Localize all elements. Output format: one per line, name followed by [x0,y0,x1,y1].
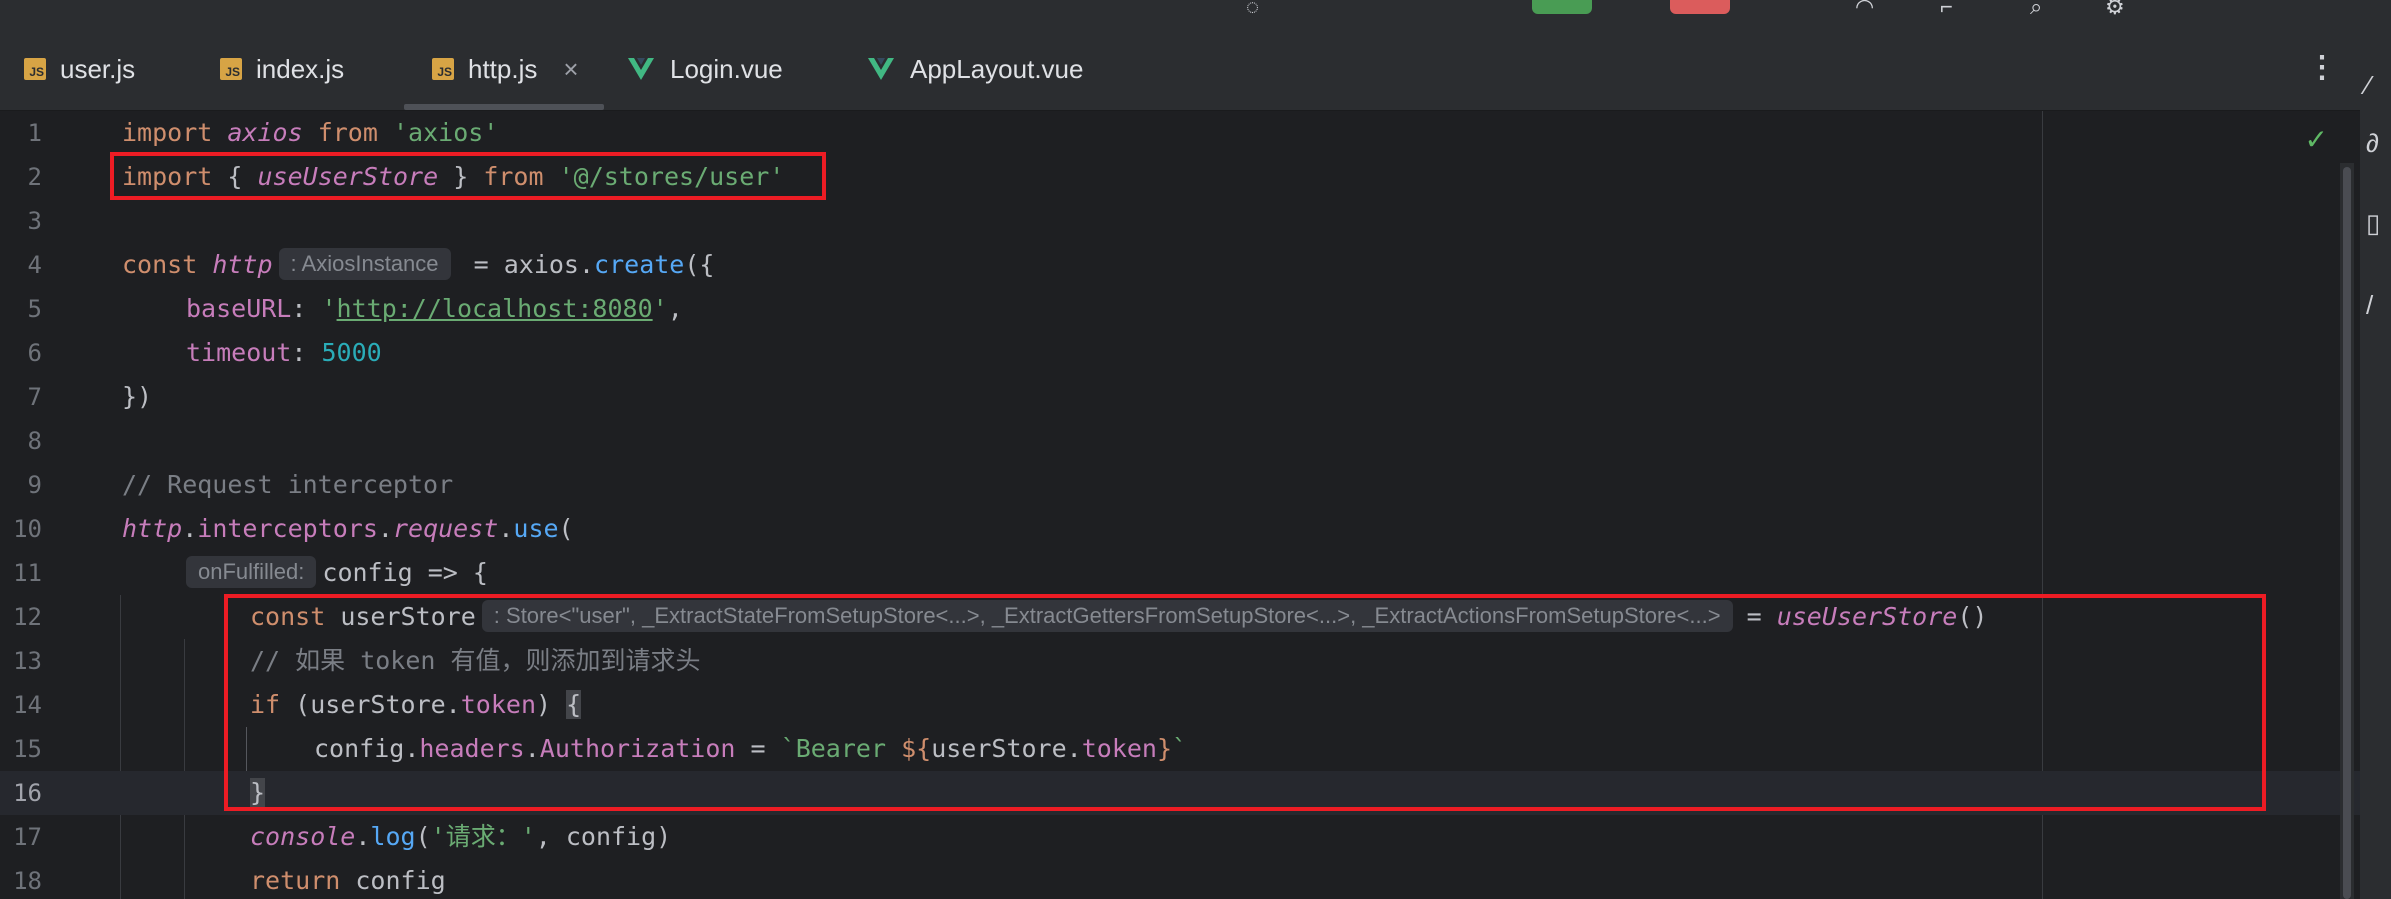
scrollbar-thumb[interactable] [2343,167,2351,899]
tool-window-icon[interactable]: ∂ [2366,128,2379,159]
code-line: 8 [0,419,2360,463]
tab-index-js[interactable]: JS index.js [220,28,344,110]
tool-window-icon[interactable]: ⁄ [2366,70,2370,101]
vue-file-icon [628,58,654,80]
line-number: 9 [27,471,42,499]
line-number: 3 [27,207,42,235]
active-tab-indicator [404,104,604,110]
tab-label: index.js [256,53,345,84]
url-link: http://localhost:8080 [336,294,653,323]
settings-icon[interactable]: ⚙ [2105,0,2125,18]
tab-http-js[interactable]: JS http.js × [432,28,579,110]
code-text: onFulfilled: config => { [186,551,488,595]
highlight-box-import [110,152,826,200]
line-number: 11 [13,559,42,587]
line-number: 5 [27,295,42,323]
code-text: }) [122,382,153,411]
line-number: 2 [27,163,42,191]
code-line: 17 console.log('请求：', config) [0,815,2360,859]
translate-icon[interactable]: ⌐ [1940,0,1953,18]
line-number: 14 [13,691,42,719]
code-line: 1 import axios from 'axios' [0,111,2360,155]
js-file-icon: JS [220,58,242,80]
code-line: 5 baseURL: 'http://localhost:8080', [0,287,2360,331]
tab-applayout-vue[interactable]: AppLayout.vue [868,28,1083,110]
type-hint: : AxiosInstance [278,248,451,280]
main-toolbar: ◌ ◠ ⌐ ⌕ ⚙ [0,0,2391,28]
code-line: 7 }) [0,375,2360,419]
code-line: 4 const http: AxiosInstance = axios.crea… [0,243,2360,287]
code-line: 9 // Request interceptor [0,463,2360,507]
code-line: 6 timeout: 5000 [0,331,2360,375]
parameter-hint: onFulfilled: [186,556,317,588]
code-text: const http: AxiosInstance = axios.create… [122,248,715,280]
code-editor[interactable]: ✓ 1 import axios from 'axios' 2 import {… [0,111,2360,899]
line-number: 8 [27,427,42,455]
code-text: baseURL: 'http://localhost:8080', [186,294,683,323]
tab-label: AppLayout.vue [910,53,1084,84]
code-text: return config [250,866,446,895]
tool-window-icon[interactable]: / [2366,290,2373,321]
line-number: 12 [13,603,42,631]
run-config-icon[interactable]: ◌ [1246,0,1259,18]
js-file-icon: JS [24,58,46,80]
stop-button[interactable] [1670,0,1730,14]
line-number: 7 [27,383,42,411]
vue-file-icon [868,58,894,80]
tool-window-icon[interactable]: ▯ [2366,208,2380,239]
code-line: 3 [0,199,2360,243]
code-line: 18 return config [0,859,2360,899]
code-text: import axios from 'axios' [122,118,499,147]
line-number: 17 [13,823,42,851]
ide-window: ◌ ◠ ⌐ ⌕ ⚙ JS user.js JS index.js JS http… [0,0,2391,899]
profile-icon[interactable]: ◠ [1855,0,1874,18]
line-number: 6 [27,339,42,367]
code-line: 10 http.interceptors.request.use( [0,507,2360,551]
js-file-icon: JS [432,58,454,80]
search-icon[interactable]: ⌕ [2030,0,2042,18]
highlight-box-token-block [224,594,2266,811]
line-number: 13 [13,647,42,675]
run-button[interactable] [1532,0,1592,14]
tab-login-vue[interactable]: Login.vue [628,28,783,110]
tab-user-js[interactable]: JS user.js [24,28,135,110]
line-number: 1 [27,119,42,147]
line-number: 18 [13,867,42,895]
tab-label: http.js [468,53,538,84]
more-tabs-icon[interactable]: ⋮ [2307,50,2337,85]
code-text: http.interceptors.request.use( [122,514,574,543]
line-number: 15 [13,735,42,763]
code-text: console.log('请求：', config) [250,822,672,851]
tab-label: user.js [60,53,136,84]
line-number: 16 [13,779,42,807]
code-comment: // Request interceptor [122,470,454,499]
right-tool-strip: ⁄ ∂ ▯ / [2360,28,2391,899]
line-number: 10 [13,515,42,543]
code-line: 11 onFulfilled: config => { [0,551,2360,595]
close-tab-icon[interactable]: × [563,54,578,85]
code-text: timeout: 5000 [186,338,382,367]
editor-tab-bar: JS user.js JS index.js JS http.js × Logi… [0,28,2391,111]
tab-label: Login.vue [670,53,783,84]
line-number: 4 [27,251,42,279]
